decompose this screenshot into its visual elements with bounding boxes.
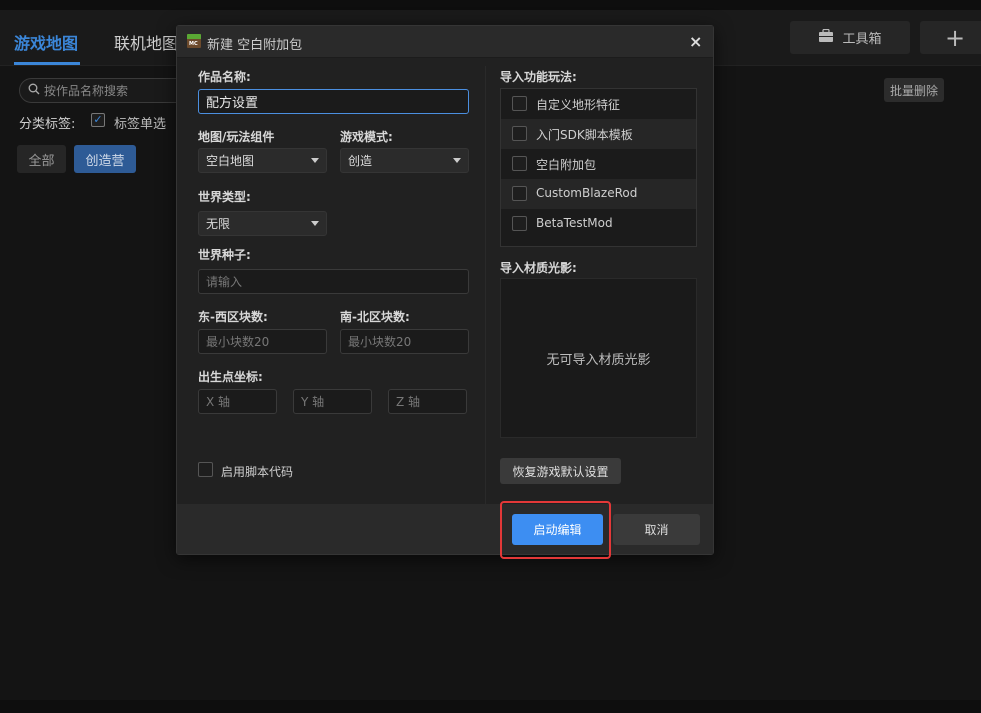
features-label: 导入功能玩法: — [500, 70, 577, 84]
mode-select-value: 创造 — [348, 154, 373, 168]
spawn-label: 出生点坐标: — [198, 370, 263, 384]
title-strip — [0, 0, 981, 10]
minecraft-icon: MC — [187, 34, 201, 48]
single-select-checkbox[interactable]: ✓ — [91, 113, 105, 127]
tab-online-maps[interactable]: 联机地图 — [114, 30, 178, 54]
batch-delete-button[interactable]: 批量删除 — [884, 78, 944, 102]
list-item[interactable]: 入门SDK脚本模板 — [501, 119, 696, 149]
dropdown-arrow-icon — [311, 158, 319, 163]
tab-game-maps[interactable]: 游戏地图 — [14, 30, 78, 54]
search-icon — [28, 83, 40, 98]
feature-checkbox[interactable] — [512, 96, 527, 111]
feature-label: 空白附加包 — [536, 158, 597, 172]
dropdown-arrow-icon — [311, 221, 319, 226]
restore-defaults-button[interactable]: 恢复游戏默认设置 — [500, 458, 621, 484]
materials-empty-panel: 无可导入材质光影 — [500, 278, 697, 438]
features-list: 自定义地形特征 入门SDK脚本模板 空白附加包 CustomBlazeRod B… — [500, 88, 697, 247]
seed-input[interactable]: 请输入 — [198, 269, 469, 294]
dropdown-arrow-icon — [453, 158, 461, 163]
name-input[interactable]: 配方设置 — [198, 89, 469, 114]
close-icon[interactable]: × — [689, 32, 702, 51]
mode-label: 游戏模式: — [340, 130, 393, 144]
search-input[interactable]: 按作品名称搜索 — [19, 78, 189, 103]
dialog-title-bar: MC 新建 空白附加包 × — [177, 26, 713, 58]
north-south-input[interactable]: 最小块数20 — [340, 329, 469, 354]
feature-checkbox[interactable] — [512, 126, 527, 141]
map-label: 地图/玩法组件 — [198, 130, 275, 144]
category-all-button[interactable]: 全部 — [17, 145, 66, 173]
spawn-z-input[interactable]: Z 轴 — [388, 389, 467, 414]
list-item[interactable]: 空白附加包 — [501, 149, 696, 179]
briefcase-icon — [818, 28, 834, 47]
toolbox-label: 工具箱 — [842, 32, 882, 47]
enable-script-checkbox[interactable] — [198, 462, 213, 477]
list-item[interactable]: CustomBlazeRod — [501, 179, 696, 209]
map-select-value: 空白地图 — [206, 154, 255, 168]
list-item[interactable]: BetaTestMod — [501, 209, 696, 239]
feature-label: CustomBlazeRod — [536, 186, 638, 200]
search-placeholder: 按作品名称搜索 — [44, 84, 129, 98]
name-label: 作品名称: — [198, 70, 251, 84]
east-west-input[interactable]: 最小块数20 — [198, 329, 327, 354]
feature-label: BetaTestMod — [536, 216, 613, 230]
spawn-x-input[interactable]: X 轴 — [198, 389, 277, 414]
toolbox-button[interactable]: 工具箱 — [790, 21, 910, 54]
materials-label: 导入材质光影: — [500, 261, 577, 275]
world-type-label: 世界类型: — [198, 190, 251, 204]
new-addon-dialog: MC 新建 空白附加包 × 作品名称: 配方设置 地图/玩法组件 空白地图 游戏… — [176, 25, 714, 555]
bottom-strip — [0, 700, 981, 713]
dialog-title: 新建 空白附加包 — [207, 38, 303, 53]
feature-label: 自定义地形特征 — [536, 98, 621, 112]
column-divider — [485, 66, 486, 506]
start-edit-button[interactable]: 启动编辑 — [512, 514, 603, 545]
feature-label: 入门SDK脚本模板 — [536, 128, 633, 142]
materials-empty-text: 无可导入材质光影 — [546, 352, 651, 368]
feature-checkbox[interactable] — [512, 156, 527, 171]
world-type-value: 无限 — [206, 217, 231, 231]
seed-label: 世界种子: — [198, 248, 251, 262]
active-tab-underline — [14, 62, 80, 65]
cancel-button[interactable]: 取消 — [613, 514, 700, 545]
feature-checkbox[interactable] — [512, 216, 527, 231]
world-type-select[interactable]: 无限 — [198, 211, 327, 236]
mode-select[interactable]: 创造 — [340, 148, 469, 173]
spawn-y-input[interactable]: Y 轴 — [293, 389, 372, 414]
single-select-label: 标签单选 — [114, 117, 167, 132]
north-south-label: 南-北区块数: — [340, 310, 410, 324]
enable-script-label: 启用脚本代码 — [221, 465, 294, 479]
list-item[interactable]: 自定义地形特征 — [501, 89, 696, 119]
add-button[interactable]: + — [920, 21, 981, 54]
filter-label: 分类标签: — [19, 117, 76, 132]
map-select[interactable]: 空白地图 — [198, 148, 327, 173]
feature-checkbox[interactable] — [512, 186, 527, 201]
category-create-button[interactable]: 创造营 — [74, 145, 136, 173]
east-west-label: 东-西区块数: — [198, 310, 268, 324]
